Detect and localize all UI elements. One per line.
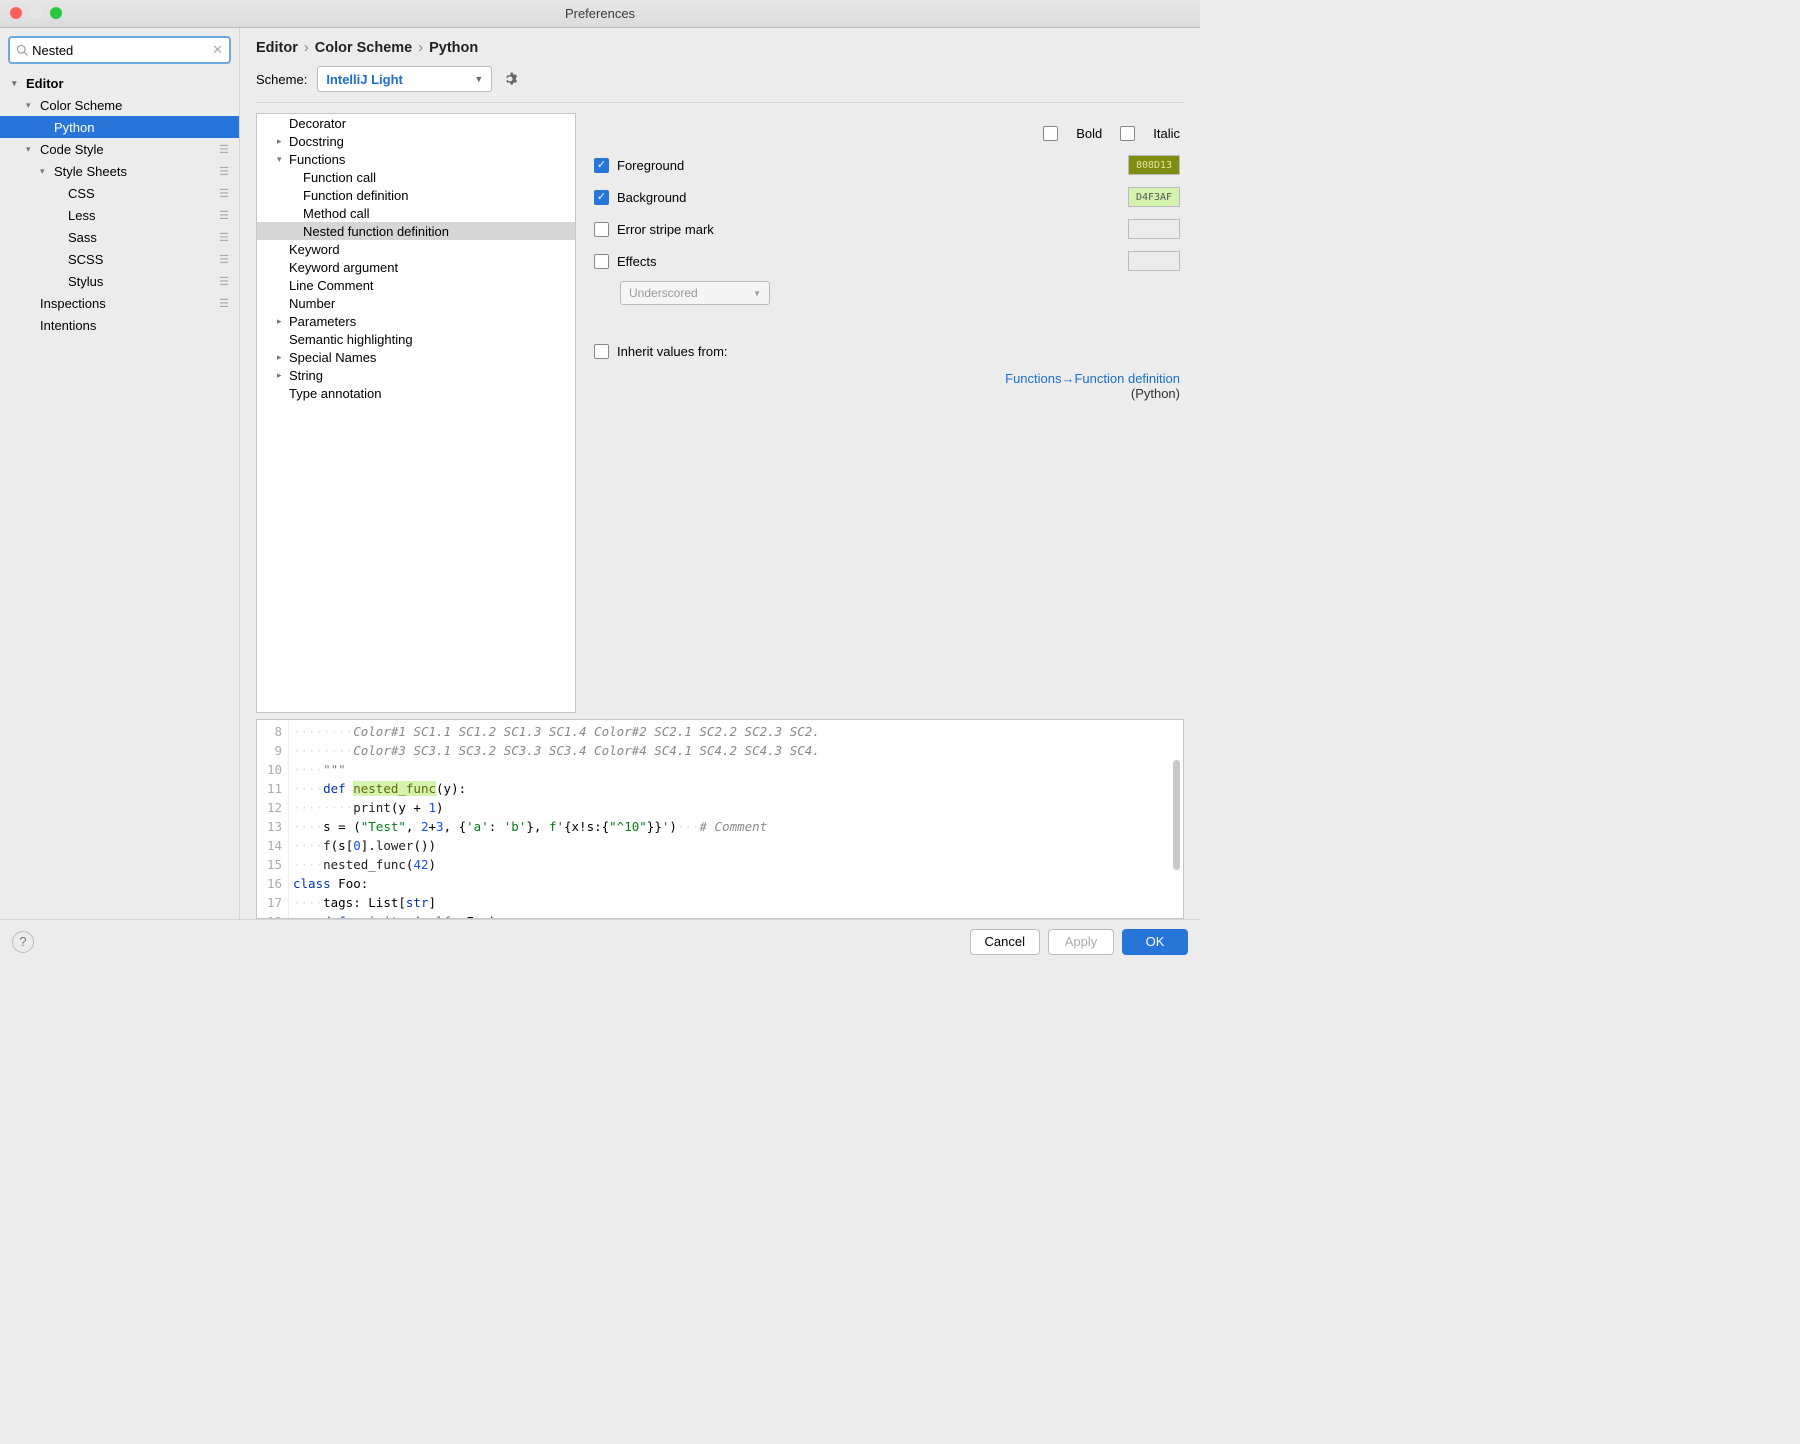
attribute-panel: Bold Italic Foreground 808D13 Background…	[590, 113, 1184, 713]
tree-item[interactable]: Inspections☰	[0, 292, 239, 314]
list-item[interactable]: Function call	[257, 168, 575, 186]
preview-scrollbar[interactable]	[1173, 760, 1180, 870]
cancel-button[interactable]: Cancel	[970, 929, 1040, 955]
tree-item[interactable]: SCSS☰	[0, 248, 239, 270]
list-item[interactable]: Type annotation	[257, 384, 575, 402]
tree-item[interactable]: ▾Code Style☰	[0, 138, 239, 160]
close-window[interactable]	[10, 7, 22, 19]
search-box[interactable]: ✕	[8, 36, 231, 64]
tree-item[interactable]: Less☰	[0, 204, 239, 226]
list-item[interactable]: Nested function definition	[257, 222, 575, 240]
list-item[interactable]: ▸Special Names	[257, 348, 575, 366]
scheme-label: Scheme:	[256, 72, 307, 87]
effects-checkbox[interactable]	[594, 254, 609, 269]
background-label: Background	[617, 190, 1120, 205]
ok-button[interactable]: OK	[1122, 929, 1188, 955]
apply-button[interactable]: Apply	[1048, 929, 1114, 955]
list-item[interactable]: Method call	[257, 204, 575, 222]
clear-search-icon[interactable]: ✕	[212, 42, 223, 58]
list-item[interactable]: ▸Docstring	[257, 132, 575, 150]
foreground-label: Foreground	[617, 158, 1120, 173]
search-input[interactable]	[28, 43, 212, 58]
list-item[interactable]: ▾Functions	[257, 150, 575, 168]
settings-tree: ▾Editor▾Color SchemePython▾Code Style☰▾S…	[0, 72, 239, 919]
list-item[interactable]: Decorator	[257, 114, 575, 132]
list-item[interactable]: Keyword argument	[257, 258, 575, 276]
stripe-label: Error stripe mark	[617, 222, 1120, 237]
gutter: 89101112131415161718	[257, 720, 289, 918]
titlebar: Preferences	[0, 0, 1200, 28]
italic-label: Italic	[1153, 126, 1180, 141]
code-area: ········Color#1 SC1.1 SC1.2 SC1.3 SC1.4 …	[289, 720, 1183, 918]
code-preview: 89101112131415161718 ········Color#1 SC1…	[256, 719, 1184, 919]
stripe-swatch[interactable]	[1128, 219, 1180, 239]
inherit-checkbox[interactable]	[594, 344, 609, 359]
list-item[interactable]: Keyword	[257, 240, 575, 258]
search-icon	[16, 43, 28, 57]
foreground-swatch[interactable]: 808D13	[1128, 155, 1180, 175]
tree-item[interactable]: Stylus☰	[0, 270, 239, 292]
tree-item[interactable]: ▾Color Scheme	[0, 94, 239, 116]
stripe-checkbox[interactable]	[594, 222, 609, 237]
foreground-checkbox[interactable]	[594, 158, 609, 173]
effects-label: Effects	[617, 254, 1120, 269]
list-item[interactable]: Line Comment	[257, 276, 575, 294]
tree-item[interactable]: Python	[0, 116, 239, 138]
help-button[interactable]: ?	[12, 931, 34, 953]
list-item[interactable]: Semantic highlighting	[257, 330, 575, 348]
tree-item[interactable]: Intentions	[0, 314, 239, 336]
tree-item[interactable]: ▾Style Sheets☰	[0, 160, 239, 182]
gear-icon[interactable]	[502, 71, 518, 87]
minimize-window[interactable]	[30, 7, 42, 19]
tree-item[interactable]: ▾Editor	[0, 72, 239, 94]
tree-item[interactable]: Sass☰	[0, 226, 239, 248]
background-checkbox[interactable]	[594, 190, 609, 205]
sidebar: ✕ ▾Editor▾Color SchemePython▾Code Style☰…	[0, 28, 240, 919]
list-item[interactable]: Number	[257, 294, 575, 312]
bold-label: Bold	[1076, 126, 1102, 141]
bold-checkbox[interactable]	[1043, 126, 1058, 141]
window-title: Preferences	[565, 6, 635, 21]
inherit-sub: (Python)	[594, 386, 1180, 401]
breadcrumb: Editor›Color Scheme›Python	[256, 38, 1184, 66]
maximize-window[interactable]	[50, 7, 62, 19]
inherit-label: Inherit values from:	[617, 344, 1180, 359]
background-swatch[interactable]: D4F3AF	[1128, 187, 1180, 207]
list-item[interactable]: ▸Parameters	[257, 312, 575, 330]
traffic-lights	[10, 7, 62, 19]
scheme-select[interactable]: IntelliJ Light▼	[317, 66, 492, 92]
tree-item[interactable]: CSS☰	[0, 182, 239, 204]
italic-checkbox[interactable]	[1120, 126, 1135, 141]
effects-swatch[interactable]	[1128, 251, 1180, 271]
attribute-list[interactable]: Decorator▸Docstring▾FunctionsFunction ca…	[256, 113, 576, 713]
list-item[interactable]: Function definition	[257, 186, 575, 204]
inherit-link[interactable]: Functions→Function definition	[594, 371, 1180, 386]
effects-select[interactable]: Underscored▼	[620, 281, 770, 305]
list-item[interactable]: ▸String	[257, 366, 575, 384]
